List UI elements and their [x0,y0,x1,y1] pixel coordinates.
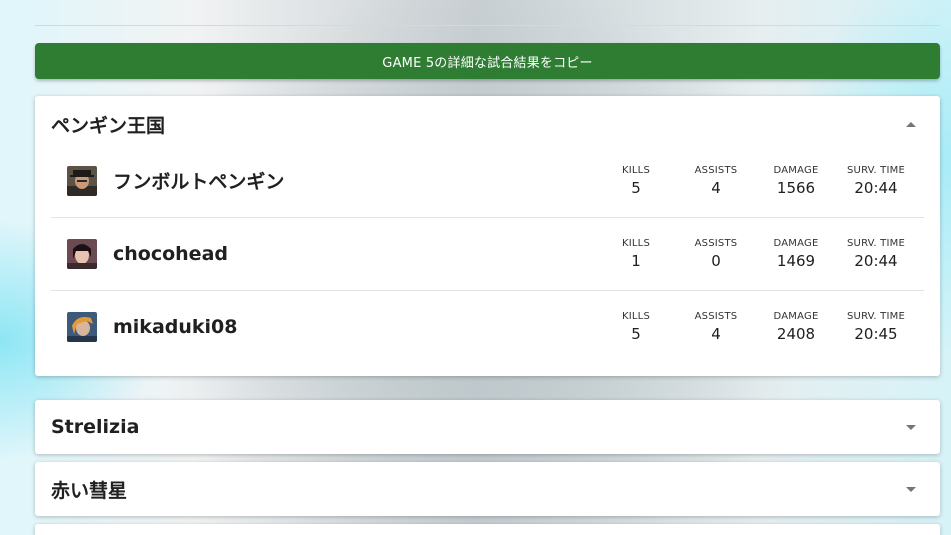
stat-surv-time: SURV. TIME 20:44 [836,238,916,270]
stat-value: 20:44 [854,178,898,197]
stat-value: 4 [711,178,721,197]
stat-label: DAMAGE [773,238,819,249]
stat-surv-time: SURV. TIME 20:44 [836,165,916,197]
stat-assists: ASSISTS 4 [676,165,756,197]
stat-label: SURV. TIME [847,311,905,322]
player-avatar [67,312,97,342]
player-name: chocohead [113,243,228,265]
stat-value: 1 [631,252,641,270]
expand-caret-icon[interactable] [906,424,916,430]
stat-assists: ASSISTS 0 [676,238,756,270]
stat-value: 5 [631,325,641,343]
team-panel-header[interactable]: 赤い彗星 [35,462,940,516]
stat-label: DAMAGE [773,164,819,176]
stat-value: 1566 [776,178,816,197]
team-panel-penguin-kingdom: ペンギン王国 フンボルトペンギン KILLS 5 ASSISTS 4 DAMAG… [35,96,940,376]
stat-kills: KILLS 5 [596,311,676,343]
stat-kills: KILLS 1 [596,238,676,270]
stat-value: 5 [631,178,641,197]
stat-value: 2408 [776,325,816,343]
player-row: chocohead KILLS 1 ASSISTS 0 DAMAGE 1469 … [51,217,924,290]
stat-value: 20:44 [854,252,898,270]
stat-surv-time: SURV. TIME 20:45 [836,311,916,343]
team-panel-next[interactable] [35,524,940,535]
stat-kills: KILLS 5 [596,165,676,197]
stat-label: ASSISTS [694,164,738,176]
stat-assists: ASSISTS 4 [676,311,756,343]
stat-damage: DAMAGE 1566 [756,165,836,197]
top-divider [35,25,940,26]
player-avatar [67,239,97,269]
stat-damage: DAMAGE 1469 [756,238,836,270]
stat-value: 4 [711,325,721,343]
stat-label: KILLS [622,238,650,249]
team-panel-header[interactable]: Strelizia [35,400,940,454]
player-row: mikaduki08 KILLS 5 ASSISTS 4 DAMAGE 2408… [51,290,924,363]
expand-caret-icon[interactable] [906,486,916,492]
player-avatar [67,165,97,196]
stat-label: SURV. TIME [847,164,905,176]
stat-value: 1469 [776,252,816,270]
stat-value: 20:45 [854,325,898,343]
player-stats: KILLS 5 ASSISTS 4 DAMAGE 1566 SURV. TIME… [596,165,916,197]
player-stats: KILLS 5 ASSISTS 4 DAMAGE 2408 SURV. TIME… [596,311,916,343]
player-name: フンボルトペンギン [113,171,285,193]
player-name: mikaduki08 [113,316,238,338]
team-name: ペンギン王国 [51,114,166,137]
player-row: フンボルトペンギン KILLS 5 ASSISTS 4 DAMAGE 1566 … [51,144,924,217]
stat-label: KILLS [622,164,650,176]
stat-label: ASSISTS [694,311,738,322]
team-panel-red-comet[interactable]: 赤い彗星 [35,462,940,516]
copy-results-button[interactable]: GAME 5の詳細な試合結果をコピー [35,43,940,79]
stat-damage: DAMAGE 2408 [756,311,836,343]
team-panel-strelizia[interactable]: Strelizia [35,400,940,454]
team-name: Strelizia [51,416,140,438]
player-stats: KILLS 1 ASSISTS 0 DAMAGE 1469 SURV. TIME… [596,238,916,270]
stat-label: DAMAGE [773,311,819,322]
stat-label: ASSISTS [694,238,738,249]
stat-label: SURV. TIME [847,238,905,249]
team-name: 赤い彗星 [51,479,128,502]
stat-value: 0 [711,252,721,270]
stat-label: KILLS [622,311,650,322]
collapse-caret-icon[interactable] [906,121,916,127]
